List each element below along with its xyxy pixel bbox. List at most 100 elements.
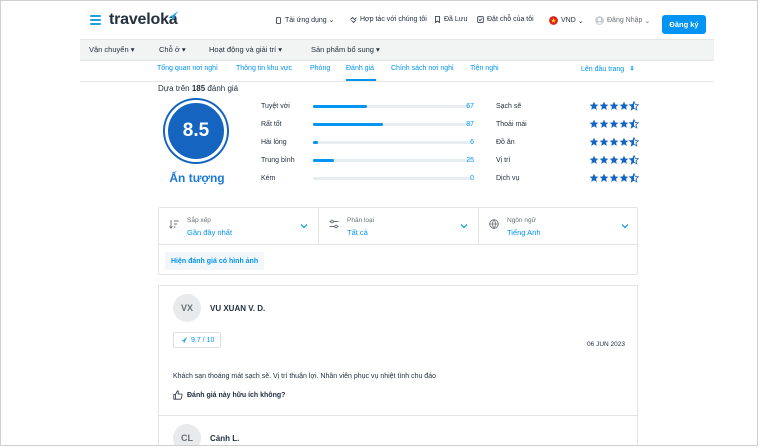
- register-button[interactable]: Đăng ký: [662, 15, 706, 34]
- review-card: VX VU XUAN V. D. 9.7 / 10 06 JUN 2023 Kh…: [158, 285, 638, 415]
- star-icon: [589, 155, 599, 164]
- rating-bar: [313, 177, 471, 180]
- rating-bar: [313, 141, 471, 144]
- chevron-down-icon: ⌄: [328, 17, 335, 24]
- star-icon: [609, 137, 619, 146]
- overall-score-circle: 8.5: [165, 100, 227, 162]
- filter-sliders-icon: [329, 219, 339, 229]
- star-rating: [589, 155, 639, 165]
- category-accommodation[interactable]: Chỗ ở ▾: [159, 45, 186, 54]
- section-tabs: Tổng quan nơi nghỉ Thông tin khu vực Phò…: [80, 59, 714, 82]
- reviewer-name: VU XUAN V. D.: [210, 304, 266, 313]
- star-rating: [589, 137, 639, 147]
- back-to-top-link[interactable]: Lên đầu trang ⇞: [581, 65, 635, 73]
- star-half-icon: [629, 155, 639, 165]
- star-icon: [609, 101, 619, 110]
- chevron-down-icon: [621, 224, 629, 229]
- thumbs-up-icon: [173, 390, 183, 400]
- tab-reviews[interactable]: Đánh giá: [346, 65, 374, 72]
- star-icon: [609, 155, 619, 164]
- star-half-icon: [629, 137, 639, 147]
- chevron-down-icon: [460, 224, 468, 229]
- star-icon: [589, 119, 599, 128]
- star-icon: [619, 173, 629, 182]
- rating-label: Kém: [261, 175, 276, 182]
- menu-icon[interactable]: [90, 15, 101, 25]
- star-icon: [609, 119, 619, 128]
- rating-bar: [313, 159, 471, 162]
- nav-saved[interactable]: Đã Lưu: [434, 16, 467, 23]
- tab-overview[interactable]: Tổng quan nơi nghỉ: [157, 65, 218, 72]
- sort-dropdown[interactable]: Sắp xếp Gần đây nhất: [159, 208, 319, 244]
- star-icon: [619, 119, 629, 128]
- chevron-down-icon: ⌄: [644, 17, 651, 25]
- reviewer-name: Cảnh L.: [210, 434, 240, 443]
- avatar: VX: [173, 294, 201, 322]
- double-chevron-up-icon: ⇞: [629, 66, 636, 73]
- star-rating: [589, 101, 639, 111]
- flag-icon: [549, 16, 558, 25]
- logo-bird-icon: [168, 11, 178, 21]
- booking-icon: [477, 16, 484, 23]
- category-rating-row: Dịch vụ: [496, 173, 639, 185]
- filter-divider: [159, 244, 637, 245]
- globe-icon: [489, 219, 499, 229]
- star-icon: [599, 119, 609, 128]
- overall-score-label: Ấn tượng: [169, 171, 225, 185]
- sort-icon: [169, 220, 179, 229]
- nav-login[interactable]: Đăng Nhập ⌄: [595, 16, 650, 25]
- star-icon: [599, 137, 609, 146]
- rating-bar-fill: [313, 105, 367, 108]
- star-half-icon: [629, 101, 639, 111]
- category-label: Vị trí: [496, 157, 511, 164]
- handshake-icon: [350, 16, 357, 23]
- nav-download-app[interactable]: Tải ứng dụng ⌄: [275, 16, 335, 24]
- top-header: traveloka Tải ứng dụng ⌄ Hợp tác với chún…: [80, 1, 714, 39]
- star-icon: [619, 101, 629, 110]
- review-card: CL Cảnh L.: [158, 415, 638, 445]
- star-icon: [609, 173, 619, 182]
- language-dropdown[interactable]: Ngôn ngữ Tiếng Anh: [479, 208, 639, 244]
- category-bar: Vận chuyển ▾ Chỗ ở ▾ Hoạt động và giải t…: [80, 39, 714, 61]
- helpful-button[interactable]: Đánh giá này hữu ích không?: [173, 390, 285, 400]
- phone-icon: [276, 16, 281, 24]
- rating-label: Trung bình: [261, 157, 295, 164]
- star-icon: [599, 173, 609, 182]
- rating-bar-fill: [313, 159, 334, 162]
- rating-bar-fill: [313, 123, 383, 126]
- active-tab-indicator: [346, 79, 376, 81]
- user-icon: [595, 16, 604, 25]
- star-rating: [589, 173, 639, 183]
- tab-policies[interactable]: Chính sách nơi nghỉ: [391, 65, 454, 72]
- star-half-icon: [629, 119, 639, 129]
- star-icon: [619, 155, 629, 164]
- rating-count: 25: [466, 157, 474, 164]
- rating-count: 6: [470, 139, 474, 146]
- category-add-ons[interactable]: Sản phẩm bổ sung ▾: [311, 45, 380, 54]
- chevron-down-icon: ⌄: [577, 17, 584, 25]
- nav-partner[interactable]: Hợp tác với chúng tôi: [350, 16, 427, 23]
- nav-my-bookings[interactable]: Đặt chỗ của tôi: [477, 16, 534, 23]
- review-text: Khách sạn thoáng mát sạch sẽ. Vị trí thu…: [173, 373, 436, 380]
- tab-rooms[interactable]: Phòng: [310, 65, 330, 72]
- rating-label: Rất tốt: [261, 121, 282, 128]
- overall-score: 8.5: [182, 120, 210, 141]
- category-activities[interactable]: Hoạt động và giải trí ▾: [209, 45, 282, 54]
- category-rating-row: Sạch sẽ: [496, 101, 639, 113]
- photo-reviews-chip[interactable]: Hiện đánh giá có hình ảnh: [165, 252, 265, 270]
- rating-bar: [313, 105, 471, 108]
- rating-label: Tuyệt vời: [261, 103, 290, 110]
- nav-currency[interactable]: VND ⌄: [549, 16, 584, 25]
- tab-area-info[interactable]: Thông tin khu vực: [236, 65, 292, 72]
- category-transport[interactable]: Vận chuyển ▾: [89, 45, 134, 54]
- category-rating-row: Đồ ăn: [496, 137, 639, 149]
- classify-dropdown[interactable]: Phân loại Tất cả: [319, 208, 479, 244]
- page: traveloka Tải ứng dụng ⌄ Hợp tác với chún…: [80, 1, 714, 445]
- star-icon: [599, 155, 609, 164]
- review-filters: Sắp xếp Gần đây nhất Phân loại Tất cả Ng…: [158, 207, 638, 275]
- review-date: 06 JUN 2023: [587, 341, 625, 348]
- star-icon: [599, 101, 609, 110]
- rating-count: 87: [466, 121, 474, 128]
- category-rating-row: Vị trí: [496, 155, 639, 167]
- tab-facilities[interactable]: Tiện nghi: [470, 65, 499, 72]
